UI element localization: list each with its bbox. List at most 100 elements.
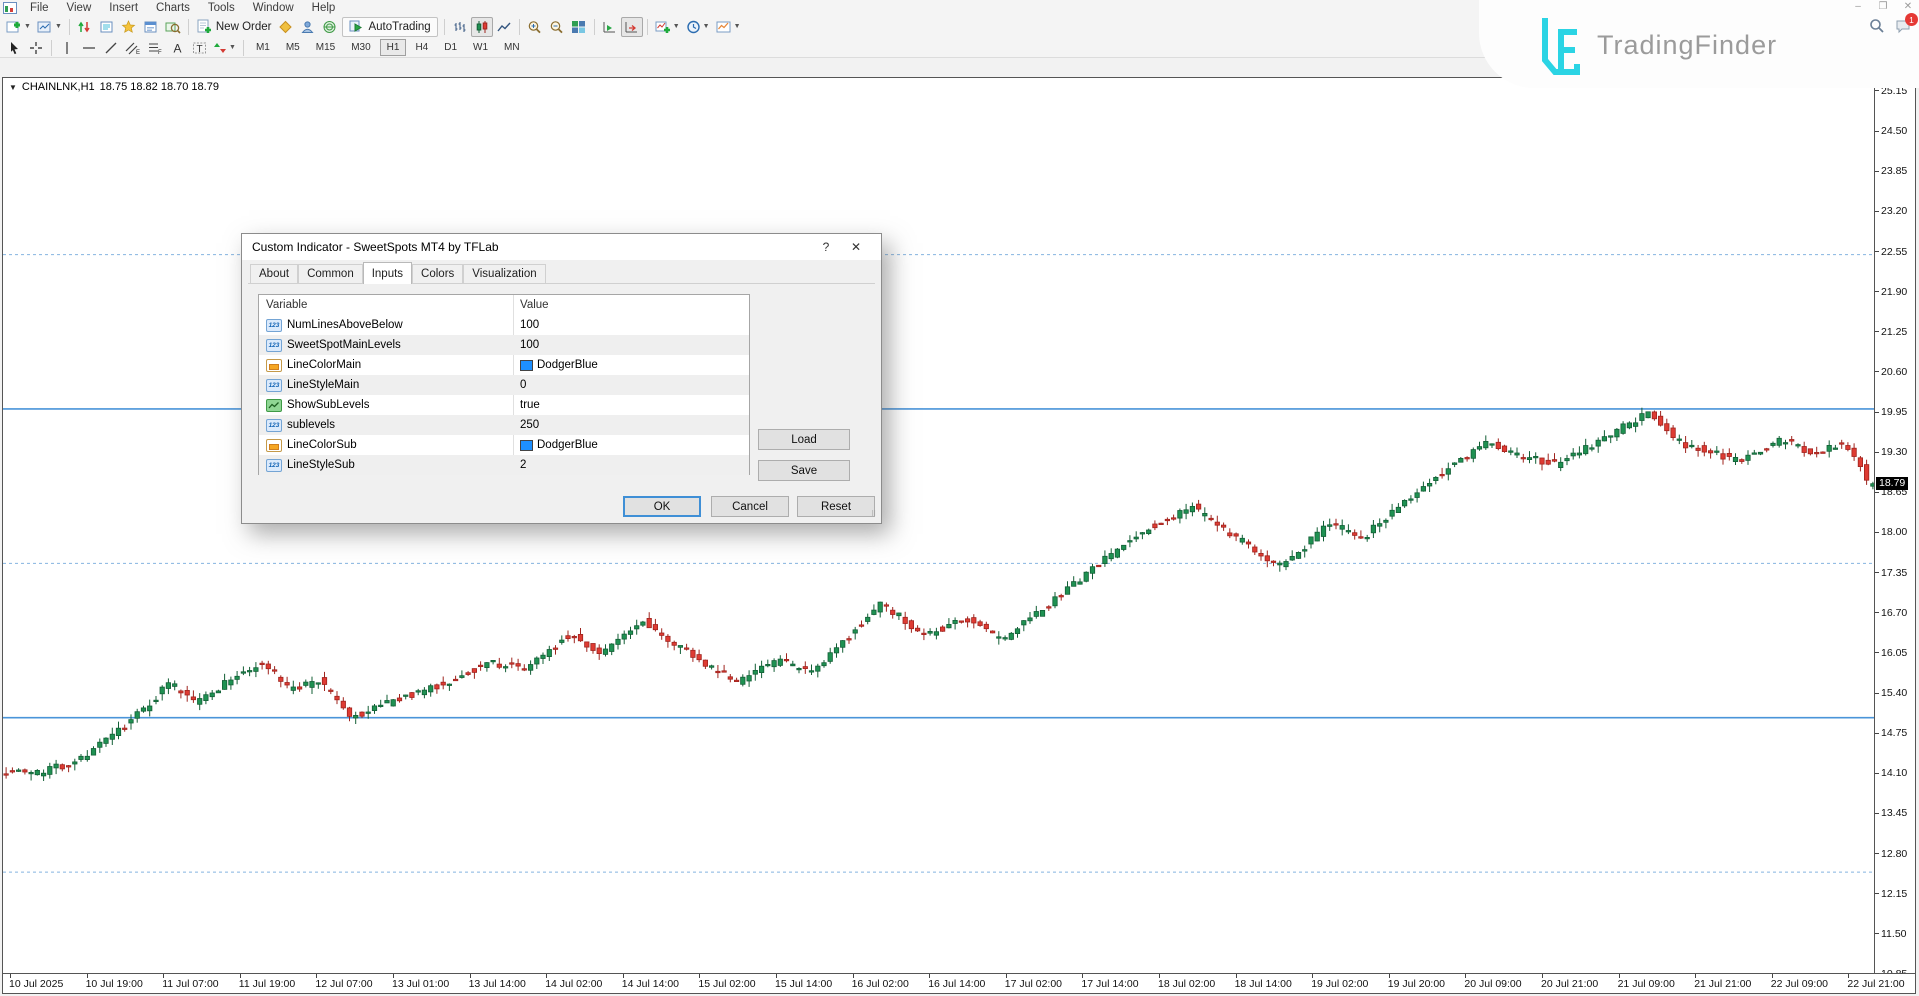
param-row-ShowSubLevels[interactable]: ShowSubLevelstrue xyxy=(259,395,749,415)
data-window-button[interactable] xyxy=(96,17,118,37)
fibonacci-button[interactable]: F xyxy=(144,38,166,58)
timeframe-d1-button[interactable]: D1 xyxy=(437,39,464,56)
menu-view[interactable]: View xyxy=(58,1,101,15)
reset-button[interactable]: Reset xyxy=(797,496,875,517)
menu-file[interactable]: File xyxy=(21,1,58,15)
tab-inputs[interactable]: Inputs xyxy=(363,262,412,284)
menu-tools[interactable]: Tools xyxy=(199,1,244,15)
community-button[interactable] xyxy=(296,17,318,37)
param-value[interactable]: 0 xyxy=(513,379,749,391)
shapes-button[interactable]: ▼ xyxy=(210,38,239,58)
cursor-button[interactable] xyxy=(3,38,25,58)
param-name: 123SweetSpotMainLevels xyxy=(259,339,513,352)
table-header-row[interactable]: VariableValue xyxy=(259,295,749,315)
timeframe-mn-button[interactable]: MN xyxy=(497,39,527,56)
timeframe-w1-button[interactable]: W1 xyxy=(466,39,495,56)
timeframe-m5-button[interactable]: M5 xyxy=(279,39,307,56)
separator xyxy=(51,40,52,56)
separator xyxy=(594,19,595,35)
tradingfinder-glyph-icon xyxy=(1531,14,1583,76)
param-row-NumLinesAboveBelow[interactable]: 123NumLinesAboveBelow100 xyxy=(259,315,749,335)
chart-plot-area[interactable]: ▼ CHAINLNK,H1 18.75 18.82 18.70 18.79 xyxy=(3,78,1874,973)
tab-common[interactable]: Common xyxy=(298,264,363,284)
crosshair-button[interactable] xyxy=(25,38,47,58)
horizontal-line-button[interactable] xyxy=(78,38,100,58)
price-axis[interactable]: 18.79 25.1524.5023.8523.2022.5521.9021.2… xyxy=(1874,78,1915,973)
search-button[interactable] xyxy=(1869,18,1885,39)
param-value[interactable]: 100 xyxy=(513,319,749,331)
close-window-button[interactable]: ✕ xyxy=(1901,1,1915,12)
param-row-LineColorSub[interactable]: LineColorSubDodgerBlue xyxy=(259,435,749,455)
param-value[interactable]: 100 xyxy=(513,339,749,351)
timeframe-h1-button[interactable]: H1 xyxy=(380,39,407,56)
collapse-triangle-icon[interactable]: ▼ xyxy=(9,83,17,92)
tab-about[interactable]: About xyxy=(250,264,298,284)
new-order-button[interactable]: New Order xyxy=(193,17,275,37)
periods-button[interactable]: ▼ xyxy=(683,17,713,37)
fibonacci-icon: F xyxy=(147,41,163,55)
auto-scroll-button[interactable] xyxy=(599,17,621,37)
x-tick-label: 21 Jul 21:00 xyxy=(1694,978,1751,990)
timeframe-toolbar: M1M5M15M30H1H4D1W1MN xyxy=(248,39,528,56)
zoom-in-button[interactable] xyxy=(524,17,546,37)
metaeditor-button[interactable] xyxy=(274,17,296,37)
timeframe-m1-button[interactable]: M1 xyxy=(249,39,277,56)
notifications-button[interactable]: 1 xyxy=(1895,18,1911,39)
param-value[interactable]: DodgerBlue xyxy=(513,359,749,371)
chart-shift-button[interactable] xyxy=(621,17,643,37)
timeframe-m15-button[interactable]: M15 xyxy=(309,39,342,56)
tile-windows-button[interactable] xyxy=(568,17,590,37)
y-tick-label: 11.50 xyxy=(1881,928,1907,940)
autotrading-button[interactable]: AutoTrading xyxy=(342,17,437,37)
param-row-sublevels[interactable]: 123sublevels250 xyxy=(259,415,749,435)
param-value[interactable]: true xyxy=(513,399,749,411)
menu-window[interactable]: Window xyxy=(244,1,303,15)
param-row-LineColorMain[interactable]: LineColorMainDodgerBlue xyxy=(259,355,749,375)
menu-charts[interactable]: Charts xyxy=(147,1,199,15)
dialog-close-button[interactable]: ✕ xyxy=(841,236,871,258)
zoom-out-button[interactable] xyxy=(546,17,568,37)
market-watch-button[interactable] xyxy=(74,17,96,37)
trendline-button[interactable] xyxy=(100,38,122,58)
market-globe-button[interactable] xyxy=(318,17,340,37)
time-axis[interactable]: 10 Jul 202510 Jul 19:0011 Jul 07:0011 Ju… xyxy=(3,973,1915,993)
channel-button[interactable]: E xyxy=(122,38,144,58)
y-tick-mark xyxy=(1875,853,1879,854)
timeframe-m30-button[interactable]: M30 xyxy=(344,39,377,56)
param-row-LineStyleMain[interactable]: 123LineStyleMain0 xyxy=(259,375,749,395)
param-value[interactable]: 2 xyxy=(513,459,749,471)
save-button[interactable]: Save xyxy=(758,460,850,481)
dialog-help-button[interactable]: ? xyxy=(811,236,841,258)
profiles-button[interactable]: ▼ xyxy=(34,17,65,37)
minimize-button[interactable]: – xyxy=(1851,1,1865,12)
indicators-button[interactable]: ▼ xyxy=(652,17,683,37)
param-row-LineStyleSub[interactable]: 123LineStyleSub2 xyxy=(259,455,749,475)
new-chart-button[interactable]: ▼ xyxy=(3,17,34,37)
text-button[interactable]: A xyxy=(166,38,188,58)
line-chart-button[interactable] xyxy=(493,17,515,37)
resize-grip[interactable]: ⠿ xyxy=(871,513,879,521)
navigator-button[interactable] xyxy=(118,17,140,37)
tab-visualization[interactable]: Visualization xyxy=(463,264,545,284)
ok-button[interactable]: OK xyxy=(623,496,701,517)
tab-colors[interactable]: Colors xyxy=(412,264,463,284)
bar-chart-button[interactable] xyxy=(449,17,471,37)
x-tick-label: 16 Jul 02:00 xyxy=(852,978,909,990)
text-label-button[interactable]: T xyxy=(188,38,210,58)
terminal-button[interactable] xyxy=(140,17,162,37)
restore-button[interactable]: ❐ xyxy=(1876,1,1890,12)
param-row-SweetSpotMainLevels[interactable]: 123SweetSpotMainLevels100 xyxy=(259,335,749,355)
timeframe-h4-button[interactable]: H4 xyxy=(408,39,435,56)
cancel-button[interactable]: Cancel xyxy=(711,496,789,517)
candlestick-chart-button[interactable] xyxy=(471,17,493,37)
x-tick-label: 10 Jul 2025 xyxy=(9,978,63,990)
param-value[interactable]: DodgerBlue xyxy=(513,439,749,451)
templates-button[interactable]: ▼ xyxy=(713,17,744,37)
load-button[interactable]: Load xyxy=(758,429,850,450)
dialog-titlebar[interactable]: Custom Indicator - SweetSpots MT4 by TFL… xyxy=(242,234,881,260)
param-value[interactable]: 250 xyxy=(513,419,749,431)
menu-help[interactable]: Help xyxy=(303,1,345,15)
vertical-line-button[interactable] xyxy=(56,38,78,58)
menu-insert[interactable]: Insert xyxy=(100,1,147,15)
strategy-tester-button[interactable] xyxy=(162,17,184,37)
